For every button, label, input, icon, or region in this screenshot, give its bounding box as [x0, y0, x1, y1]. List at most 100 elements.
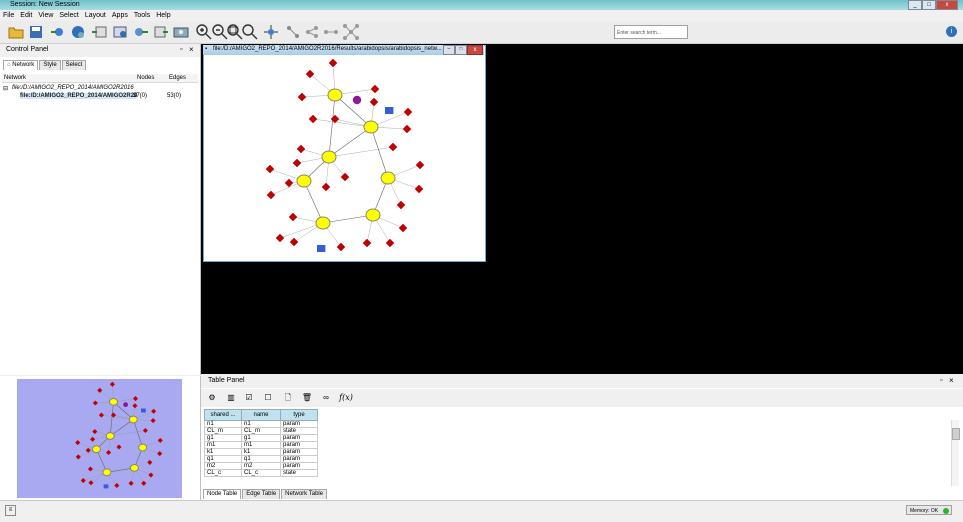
param-node[interactable]	[370, 84, 380, 94]
param-node[interactable]	[415, 160, 425, 170]
state-node[interactable]	[138, 443, 148, 452]
state-node[interactable]	[380, 171, 396, 185]
param-node[interactable]	[321, 182, 331, 192]
menu-file[interactable]: File	[0, 10, 17, 21]
cell[interactable]: CL_c	[204, 469, 242, 477]
param-node[interactable]	[385, 238, 395, 248]
float-table-panel-icon[interactable]: ▫	[940, 377, 942, 384]
table-row[interactable]: m1 m1 param	[204, 441, 318, 449]
help-icon[interactable]: i	[946, 26, 957, 37]
gear-icon[interactable]: ⚙	[206, 392, 218, 404]
minimize-button[interactable]: _	[908, 0, 922, 10]
menu-edit[interactable]: Edit	[17, 10, 35, 21]
import-table-icon[interactable]	[91, 24, 107, 40]
cell[interactable]: param	[280, 420, 318, 428]
zoom-out-icon[interactable]	[212, 24, 228, 40]
col-name[interactable]: name	[241, 409, 281, 421]
memory-status-button[interactable]: Memory: OK	[906, 505, 952, 515]
cell[interactable]: g1	[241, 434, 281, 442]
param-node[interactable]	[266, 190, 276, 200]
param-node[interactable]	[330, 114, 340, 124]
param-node[interactable]	[157, 437, 163, 443]
state-node[interactable]	[105, 432, 115, 440]
tab-select[interactable]: Select	[61, 60, 87, 70]
maximize-button[interactable]: □	[922, 0, 936, 10]
param-node[interactable]	[288, 212, 298, 222]
param-node[interactable]	[148, 472, 154, 478]
new-column-icon[interactable]: 🗋	[282, 392, 294, 404]
cell[interactable]: m1	[204, 441, 242, 449]
param-node[interactable]	[388, 142, 398, 152]
open-folder-icon[interactable]	[8, 24, 24, 40]
state-node[interactable]	[296, 174, 312, 188]
network-graph[interactable]	[205, 57, 484, 260]
cell[interactable]: q1	[204, 455, 242, 463]
cell[interactable]: CL_m	[204, 427, 242, 435]
param-node[interactable]	[396, 200, 406, 210]
param-node[interactable]	[403, 107, 413, 117]
param-node[interactable]	[87, 466, 93, 472]
param-node[interactable]	[151, 408, 157, 414]
param-node[interactable]	[289, 237, 299, 247]
import-network-db-icon[interactable]	[70, 24, 86, 40]
export-image-icon[interactable]	[173, 24, 189, 40]
param-node[interactable]	[147, 459, 153, 465]
special-node[interactable]	[352, 95, 362, 105]
zoom-in-icon[interactable]	[196, 24, 212, 40]
cell[interactable]: CL_c	[241, 469, 281, 477]
param-node[interactable]	[80, 478, 86, 484]
show-all-icon[interactable]	[263, 24, 279, 40]
float-panel-icon[interactable]: ▫	[180, 46, 182, 53]
col-type[interactable]: type	[280, 409, 318, 421]
tab-network-table[interactable]: Network Table	[281, 489, 328, 499]
search-input[interactable]: Enter search term...	[614, 25, 688, 39]
input-node[interactable]	[317, 245, 326, 252]
cell[interactable]: m1	[241, 441, 281, 449]
task-history-icon[interactable]: ≡	[5, 505, 16, 516]
network-window-close[interactable]: x	[467, 45, 483, 55]
import-network-icon[interactable]	[50, 24, 66, 40]
col-shared-name[interactable]: shared ...	[204, 409, 242, 421]
cell[interactable]: m2	[241, 462, 281, 470]
param-node[interactable]	[308, 114, 318, 124]
param-node[interactable]	[369, 97, 379, 107]
param-node[interactable]	[265, 164, 275, 174]
show-selected-icon[interactable]	[323, 24, 339, 40]
param-node[interactable]	[157, 451, 163, 457]
state-node[interactable]	[321, 150, 337, 164]
cell[interactable]: state	[280, 427, 318, 435]
param-node[interactable]	[362, 238, 372, 248]
state-node[interactable]	[128, 415, 138, 424]
table-scroll-thumb[interactable]	[952, 428, 960, 440]
menu-select[interactable]: Select	[56, 10, 81, 21]
close-table-panel-icon[interactable]: ×	[949, 376, 954, 385]
param-node[interactable]	[92, 429, 98, 435]
param-node[interactable]	[141, 480, 147, 486]
zoom-fit-icon[interactable]	[227, 24, 243, 40]
param-node[interactable]	[114, 482, 120, 489]
table-row[interactable]: CL_c CL_c state	[204, 469, 318, 477]
menu-view[interactable]: View	[35, 10, 56, 21]
export-network-icon[interactable]	[133, 24, 149, 40]
menu-tools[interactable]: Tools	[131, 10, 153, 21]
cell[interactable]: n1	[241, 420, 281, 428]
network-window-titlebar[interactable]: ▪ file:/D:/AMIGO2_REPO_2014/AMIGO2R2016/…	[203, 45, 484, 55]
param-node[interactable]	[336, 242, 346, 252]
menu-layout[interactable]: Layout	[82, 10, 109, 21]
cell[interactable]: param	[280, 455, 318, 463]
tab-network[interactable]: ⌂ Network	[3, 60, 39, 70]
param-node[interactable]	[296, 144, 306, 154]
table-row[interactable]: CL_m CL_m state	[204, 427, 318, 435]
cell[interactable]: g1	[204, 434, 242, 442]
cell[interactable]: param	[280, 441, 318, 449]
param-node[interactable]	[88, 480, 94, 486]
state-node[interactable]	[102, 468, 112, 477]
network-collection[interactable]: file:/D:/AMIGO2_REPO_2014/AMIGO2R2016	[12, 85, 134, 91]
state-node[interactable]	[315, 216, 331, 230]
param-node[interactable]	[109, 381, 115, 387]
input-node[interactable]	[103, 484, 109, 489]
param-node[interactable]	[150, 418, 156, 424]
menu-apps[interactable]: Apps	[109, 10, 131, 21]
param-node[interactable]	[305, 69, 315, 79]
import-table-db-icon[interactable]	[112, 24, 128, 40]
